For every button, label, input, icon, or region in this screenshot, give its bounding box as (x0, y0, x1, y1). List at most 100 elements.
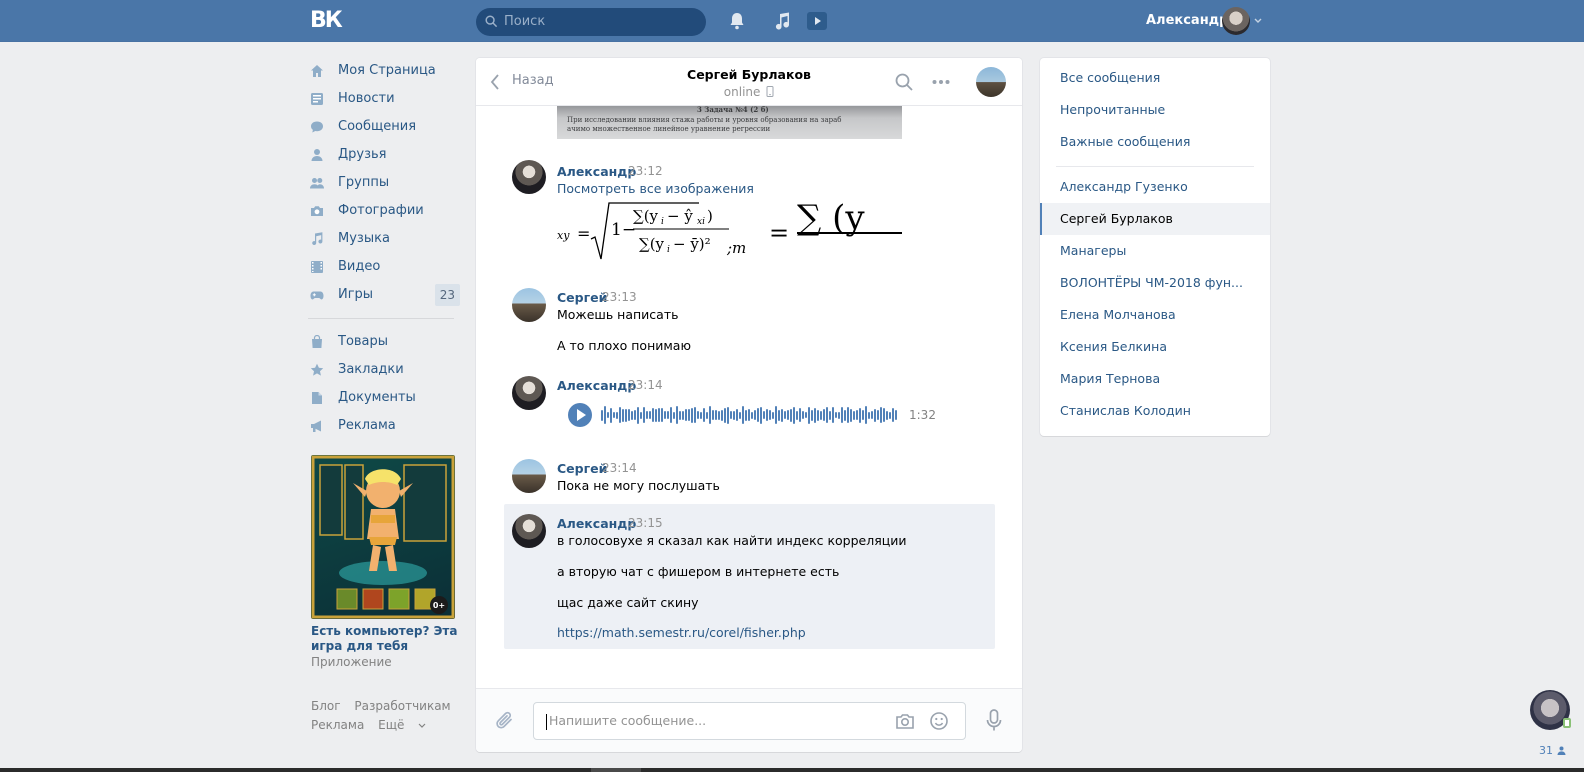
footer-link-more[interactable]: Ещё (378, 718, 426, 732)
message-author[interactable]: Сергей (557, 290, 607, 305)
header-avatar[interactable] (1222, 7, 1250, 35)
message-text[interactable]: Пока не могу послушать (557, 478, 720, 493)
online-friends-count[interactable]: 31 (1539, 744, 1566, 757)
sidebar-item-label: Игры (338, 287, 374, 302)
gamepad-icon (310, 291, 324, 300)
ad-title[interactable]: Есть компьютер? Эта игра для тебя (311, 624, 459, 654)
search-icon[interactable] (894, 72, 914, 92)
waveform-bar (691, 407, 693, 423)
play-button[interactable] (568, 403, 592, 427)
dialog-item-active[interactable]: Сергей Бурлаков (1040, 203, 1270, 235)
music-note-icon[interactable] (772, 11, 792, 31)
more-options-icon[interactable] (931, 72, 951, 92)
star-icon (310, 363, 324, 376)
avatar[interactable] (512, 514, 546, 548)
photo-attachment[interactable]: 3 Задача №4 (2 б) При исследовании влиян… (557, 106, 902, 139)
avatar[interactable] (512, 160, 546, 194)
sidebar-item-my-page[interactable]: Моя Страница (308, 57, 460, 85)
dialog-item[interactable]: Ксения Белкина (1040, 331, 1270, 363)
avatar[interactable] (512, 459, 546, 493)
sidebar-item-goods[interactable]: Товары (308, 328, 460, 356)
message-text[interactable]: щас даже сайт скину (557, 595, 699, 610)
sidebar-item-label: Реклама (338, 418, 396, 433)
vk-logo[interactable]: ВК (310, 10, 343, 32)
sidebar-item-groups[interactable]: Группы (308, 169, 460, 197)
message-author[interactable]: Александр (557, 516, 636, 531)
sidebar-item-games[interactable]: Игры 23 (308, 281, 460, 309)
game-ad-image[interactable]: 0+ (311, 455, 455, 619)
play-video-icon[interactable] (806, 10, 828, 32)
dialog-item[interactable]: ВОЛОНТЁРЫ ЧМ-2018 фун... (1040, 267, 1270, 299)
correlation-formula: xy = 1− ∑(y i − ŷ xi ) ∑(y i − ȳ)² ;m = … (557, 199, 902, 260)
scroll-thumb[interactable] (591, 768, 641, 772)
avatar[interactable] (512, 288, 546, 322)
search-input[interactable]: Поиск (476, 8, 706, 36)
microphone-icon[interactable] (984, 708, 1004, 734)
waveform-bar (604, 406, 606, 424)
waveform-bar (868, 411, 870, 419)
emoji-icon[interactable] (929, 711, 949, 731)
footer-link-blog[interactable]: Блог (311, 699, 341, 713)
mobile-online-indicator (1563, 718, 1571, 728)
waveform-bar (631, 410, 633, 420)
dialog-item[interactable]: Станислав Колодин (1040, 395, 1270, 427)
chevron-down-icon[interactable] (1254, 18, 1262, 24)
waveform-bar (841, 407, 843, 423)
waveform-bar (637, 406, 639, 424)
sidebar-item-photos[interactable]: Фотографии (308, 197, 460, 225)
sidebar-item-label: Документы (338, 390, 416, 405)
formula-image-attachment[interactable]: xy = 1− ∑(y i − ŷ xi ) ∑(y i − ȳ)² ;m = … (557, 199, 902, 263)
voice-waveform[interactable] (601, 406, 901, 426)
message-text[interactable]: а вторую чат с фишером в интернете есть (557, 564, 839, 579)
message-author[interactable]: Александр (557, 164, 636, 179)
view-all-images-link[interactable]: Посмотреть все изображения (557, 181, 754, 196)
sidebar-item-friends[interactable]: Друзья (308, 141, 460, 169)
waveform-bar (772, 411, 774, 419)
folder-important[interactable]: Важные сообщения (1040, 126, 1270, 158)
folder-unread[interactable]: Непрочитанные (1040, 94, 1270, 126)
message-author[interactable]: Александр (557, 378, 636, 393)
message-time[interactable]: 23:14 (628, 378, 663, 392)
message-time[interactable]: 23:15 (628, 516, 663, 530)
bottom-edge (0, 768, 1584, 772)
dialog-item[interactable]: Александр Гузенко (1040, 171, 1270, 203)
avatar[interactable] (512, 376, 546, 410)
friends-icon (311, 149, 323, 161)
sidebar-item-documents[interactable]: Документы (308, 384, 460, 412)
sidebar-item-messages[interactable]: Сообщения (308, 113, 460, 141)
folder-all-messages[interactable]: Все сообщения (1040, 62, 1270, 94)
sidebar-item-bookmarks[interactable]: Закладки (308, 356, 460, 384)
message-text[interactable]: А то плохо понимаю (557, 338, 691, 353)
message-author[interactable]: Сергей (557, 461, 607, 476)
message-group-highlighted[interactable]: Александр 23:15 в голосовухе я сказал ка… (504, 504, 995, 649)
sidebar-item-video[interactable]: Видео (308, 253, 460, 281)
paperclip-icon[interactable] (494, 710, 516, 732)
peer-avatar[interactable] (976, 67, 1006, 97)
message-text[interactable]: в голосовухе я сказал как найти индекс к… (557, 533, 907, 548)
sidebar-item-ads[interactable]: Реклама (308, 412, 460, 440)
waveform-bar (802, 411, 804, 419)
dialog-item[interactable]: Елена Молчанова (1040, 299, 1270, 331)
footer-link-ads[interactable]: Реклама (311, 718, 364, 732)
waveform-bar (682, 410, 684, 420)
sidebar-item-news[interactable]: Новости (308, 85, 460, 113)
bell-icon[interactable] (727, 11, 747, 31)
search-placeholder: Поиск (504, 14, 546, 29)
dialog-item[interactable]: Мария Тернова (1040, 363, 1270, 395)
message-time[interactable]: 23:13 (602, 290, 637, 304)
waveform-bar (730, 411, 732, 419)
message-history[interactable]: 3 Задача №4 (2 б) При исследовании влиян… (476, 106, 1022, 688)
message-text[interactable]: Можешь написать (557, 307, 678, 322)
message-time[interactable]: 23:12 (628, 164, 663, 178)
text-caret (546, 713, 547, 730)
sidebar-item-music[interactable]: Музыка (308, 225, 460, 253)
message-link[interactable]: https://math.semestr.ru/corel/fisher.php (557, 625, 806, 640)
message-time[interactable]: 23:14 (602, 461, 637, 475)
dialog-item[interactable]: Манагеры (1040, 235, 1270, 267)
camera-icon[interactable] (895, 711, 915, 731)
header-user-name[interactable]: Александр (1146, 0, 1229, 42)
waveform-bar (616, 411, 618, 419)
svg-text:): ) (707, 207, 713, 225)
footer-link-developers[interactable]: Разработчикам (354, 699, 450, 713)
waveform-bar (721, 409, 723, 421)
